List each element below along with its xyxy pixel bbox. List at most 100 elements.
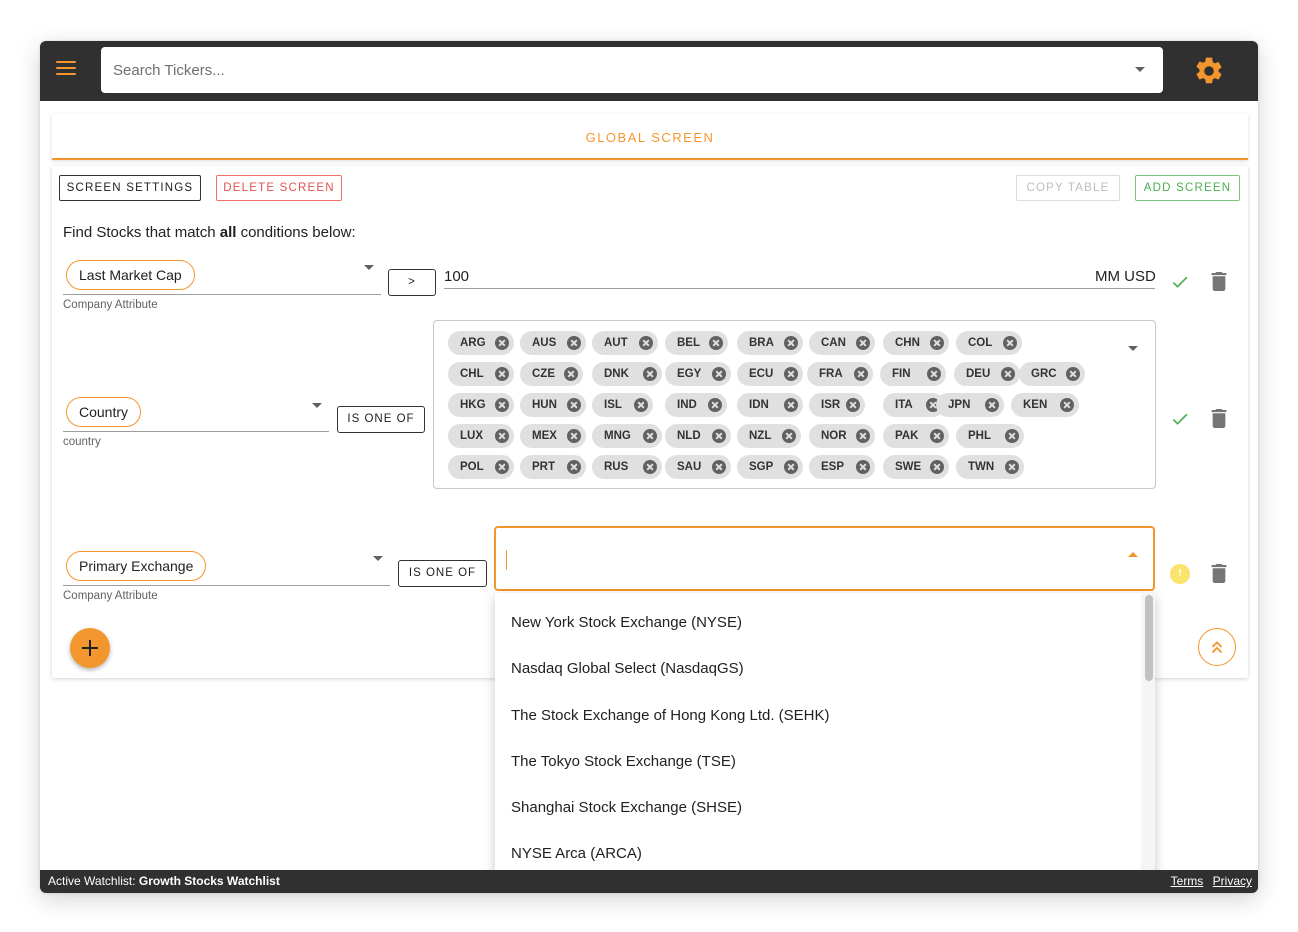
chevron-down-icon[interactable] xyxy=(364,265,374,270)
remove-chip-icon[interactable] xyxy=(567,336,581,350)
remove-chip-icon[interactable] xyxy=(708,398,722,412)
country-chip-label: PRT xyxy=(532,461,555,473)
country-chip: NOR xyxy=(809,424,875,448)
remove-chip-icon[interactable] xyxy=(930,336,944,350)
trash-icon[interactable] xyxy=(1211,272,1227,291)
operator-button[interactable]: IS ONE OF xyxy=(337,406,425,433)
exchange-option[interactable]: New York Stock Exchange (NYSE) xyxy=(495,600,1140,646)
country-chip-label: ECU xyxy=(749,368,774,380)
country-chip: ECU xyxy=(737,362,803,386)
remove-chip-icon[interactable] xyxy=(854,367,868,381)
country-chip: FRA xyxy=(807,362,873,386)
remove-chip-icon[interactable] xyxy=(782,429,796,443)
chevron-up-icon[interactable] xyxy=(1128,552,1138,557)
delete-screen-button[interactable]: DELETE SCREEN xyxy=(216,175,342,201)
ticker-search-box[interactable] xyxy=(101,47,1163,93)
chevron-down-icon[interactable] xyxy=(1128,346,1138,351)
country-chip: SAU xyxy=(665,455,731,479)
remove-chip-icon[interactable] xyxy=(1060,398,1074,412)
remove-chip-icon[interactable] xyxy=(930,460,944,474)
remove-chip-icon[interactable] xyxy=(856,336,870,350)
screen-tab-bar: GLOBAL SCREEN xyxy=(52,114,1248,160)
remove-chip-icon[interactable] xyxy=(784,398,798,412)
gear-icon[interactable] xyxy=(1193,55,1225,87)
remove-chip-icon[interactable] xyxy=(856,460,870,474)
ticker-search-input[interactable] xyxy=(101,47,1101,93)
country-multi-select[interactable]: ARG AUS AUT BEL BRA CAN CHN COL CHL CZE DNK EGY ECU F… xyxy=(433,320,1156,489)
exchange-select-input[interactable] xyxy=(494,526,1155,591)
country-chip-label: ESP xyxy=(821,461,845,473)
remove-chip-icon[interactable] xyxy=(564,367,578,381)
remove-chip-icon[interactable] xyxy=(709,336,723,350)
condition-field-select[interactable]: Primary Exchange xyxy=(66,551,207,581)
country-chip-label: AUS xyxy=(532,337,557,349)
operator-button[interactable]: > xyxy=(388,269,436,296)
remove-chip-icon[interactable] xyxy=(643,460,657,474)
add-screen-button[interactable]: ADD SCREEN xyxy=(1135,175,1240,201)
chevron-down-icon[interactable] xyxy=(373,556,383,561)
hamburger-menu-icon[interactable] xyxy=(56,61,76,81)
remove-chip-icon[interactable] xyxy=(1003,336,1017,350)
country-chip: SWE xyxy=(883,455,949,479)
remove-chip-icon[interactable] xyxy=(712,429,726,443)
remove-chip-icon[interactable] xyxy=(1005,460,1019,474)
remove-chip-icon[interactable] xyxy=(495,460,509,474)
add-condition-button[interactable] xyxy=(70,628,110,668)
condition-field-select[interactable]: Country xyxy=(66,397,142,427)
remove-chip-icon[interactable] xyxy=(927,367,941,381)
chevron-down-icon[interactable] xyxy=(312,403,322,408)
remove-chip-icon[interactable] xyxy=(643,429,657,443)
country-chip: AUS xyxy=(520,331,586,355)
menu-scrollbar-thumb[interactable] xyxy=(1145,595,1153,681)
trash-icon[interactable] xyxy=(1211,564,1227,583)
exchange-option[interactable]: The Stock Exchange of Hong Kong Ltd. (SE… xyxy=(495,693,1140,739)
remove-chip-icon[interactable] xyxy=(712,460,726,474)
remove-chip-icon[interactable] xyxy=(495,429,509,443)
remove-chip-icon[interactable] xyxy=(856,429,870,443)
trash-icon[interactable] xyxy=(1211,409,1227,428)
remove-chip-icon[interactable] xyxy=(1066,367,1080,381)
country-chip-label: COL xyxy=(968,337,993,349)
country-chip-label: BRA xyxy=(749,337,774,349)
remove-chip-icon[interactable] xyxy=(634,398,648,412)
remove-chip-icon[interactable] xyxy=(495,367,509,381)
remove-chip-icon[interactable] xyxy=(1005,429,1019,443)
remove-chip-icon[interactable] xyxy=(495,336,509,350)
country-chip-label: TWN xyxy=(968,461,995,473)
operator-button[interactable]: IS ONE OF xyxy=(398,560,487,587)
country-chip-label: SGP xyxy=(749,461,774,473)
country-chip-label: ISL xyxy=(604,399,622,411)
remove-chip-icon[interactable] xyxy=(643,367,657,381)
privacy-link[interactable]: Privacy xyxy=(1213,874,1252,888)
terms-link[interactable]: Terms xyxy=(1171,874,1204,888)
country-chip: POL xyxy=(448,455,514,479)
remove-chip-icon[interactable] xyxy=(639,336,653,350)
condition-value-input[interactable]: 100 xyxy=(444,268,469,285)
exchange-option[interactable]: The Tokyo Stock Exchange (TSE) xyxy=(495,739,1140,785)
remove-chip-icon[interactable] xyxy=(985,398,999,412)
remove-chip-icon[interactable] xyxy=(712,367,726,381)
remove-chip-icon[interactable] xyxy=(846,398,860,412)
remove-chip-icon[interactable] xyxy=(930,429,944,443)
copy-table-button[interactable]: COPY TABLE xyxy=(1016,175,1120,201)
remove-chip-icon[interactable] xyxy=(784,336,798,350)
remove-chip-icon[interactable] xyxy=(567,398,581,412)
tab-global-screen[interactable]: GLOBAL SCREEN xyxy=(52,130,1248,145)
scroll-top-button[interactable] xyxy=(1198,628,1236,666)
country-chip: KEN xyxy=(1011,393,1079,417)
chevron-down-icon[interactable] xyxy=(1135,67,1145,72)
remove-chip-icon[interactable] xyxy=(567,429,581,443)
country-chip-label: AUT xyxy=(604,337,628,349)
remove-chip-icon[interactable] xyxy=(784,367,798,381)
condition-field-select[interactable]: Last Market Cap xyxy=(66,260,195,290)
exchange-option[interactable]: Nasdaq Global Select (NasdaqGS) xyxy=(495,646,1140,692)
country-chip: PRT xyxy=(520,455,586,479)
remove-chip-icon[interactable] xyxy=(567,460,581,474)
screen-settings-button[interactable]: SCREEN SETTINGS xyxy=(59,175,201,201)
field-underline xyxy=(63,585,390,586)
remove-chip-icon[interactable] xyxy=(1001,367,1015,381)
exchange-option[interactable]: Shanghai Stock Exchange (SHSE) xyxy=(495,785,1140,831)
remove-chip-icon[interactable] xyxy=(495,398,509,412)
watchlist-name[interactable]: Growth Stocks Watchlist xyxy=(139,874,280,888)
remove-chip-icon[interactable] xyxy=(784,460,798,474)
